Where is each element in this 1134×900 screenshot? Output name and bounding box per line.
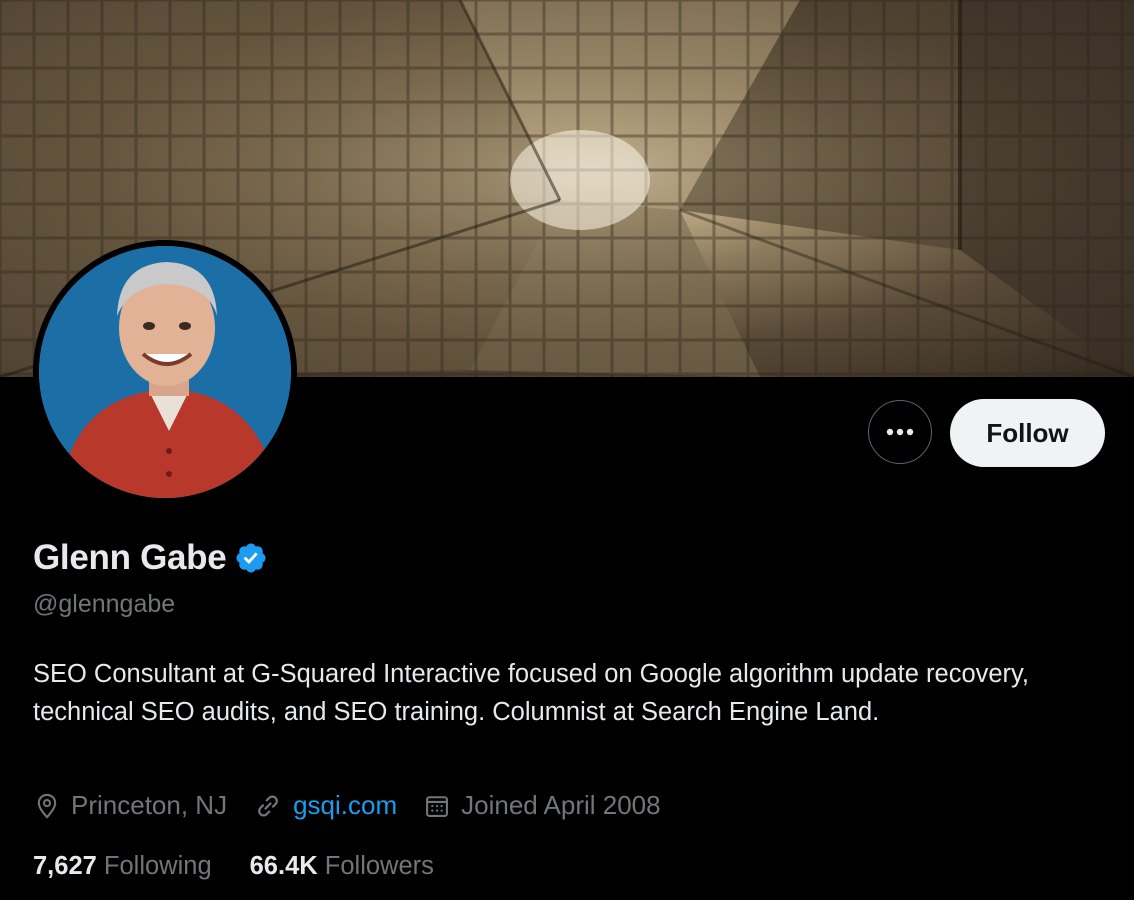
link-icon — [258, 794, 278, 817]
profile-bio: SEO Consultant at G-Squared Interactive … — [33, 660, 1029, 726]
following-label: Following — [103, 852, 212, 880]
followers-label: Followers — [324, 852, 434, 880]
avatar-photo — [39, 246, 291, 498]
ellipsis-icon — [886, 428, 914, 436]
follow-button[interactable]: Follow — [950, 399, 1105, 467]
following-stat[interactable]: 7,627 Following — [33, 852, 212, 881]
location-item: Princeton, NJ — [33, 790, 227, 821]
avatar[interactable] — [39, 246, 291, 498]
website-item[interactable]: gsqi.com — [253, 790, 397, 821]
calendar-icon — [426, 795, 449, 817]
profile-name: Glenn Gabe — [33, 538, 227, 577]
profile-stats: 7,627 Following 66.4K Followers — [33, 852, 472, 881]
profile-meta: Princeton, NJ gsqi.com Joined April 2008 — [33, 790, 687, 821]
followers-stat[interactable]: 66.4K Followers — [250, 852, 434, 881]
avatar-frame[interactable] — [33, 240, 297, 504]
profile-handle: @glenngabe — [33, 590, 176, 618]
followers-count: 66.4K — [249, 852, 318, 880]
profile-name-row: Glenn Gabe — [33, 538, 268, 578]
joined-text: Joined April 2008 — [461, 790, 661, 820]
location-text: Princeton, NJ — [71, 790, 228, 820]
verified-badge-icon[interactable] — [234, 541, 268, 575]
following-count: 7,627 — [33, 852, 97, 880]
location-pin-icon — [37, 793, 57, 819]
more-options-button[interactable] — [868, 400, 932, 464]
website-link[interactable]: gsqi.com — [293, 790, 397, 821]
joined-item: Joined April 2008 — [423, 790, 661, 821]
